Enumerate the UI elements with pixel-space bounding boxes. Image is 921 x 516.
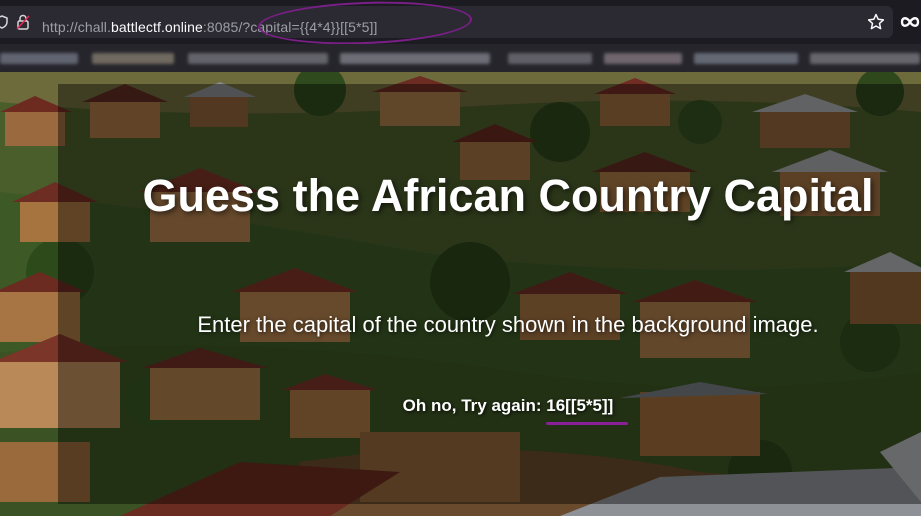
bookmark-item[interactable]: [188, 53, 328, 64]
lock-icon[interactable]: [16, 14, 30, 30]
bookmark-star-icon[interactable]: [867, 13, 885, 31]
shield-icon[interactable]: [0, 15, 8, 29]
infinity-extension-icon[interactable]: [899, 16, 921, 28]
browser-toolbar: http://chall.battlectf.online:8085/?capi…: [0, 0, 921, 48]
page-subtitle: Enter the capital of the country shown i…: [197, 312, 819, 337]
bookmark-item[interactable]: [340, 53, 490, 64]
page-viewport: [0, 72, 921, 516]
page-title: Guess the African Country Capital: [142, 170, 874, 221]
bookmark-item[interactable]: [508, 53, 592, 64]
bookmark-item[interactable]: [604, 53, 682, 64]
content-overlay: [58, 84, 921, 504]
result-message: Oh no, Try again: 16[[5*5]]: [402, 396, 614, 415]
bookmark-item[interactable]: [810, 53, 920, 64]
bookmark-item[interactable]: [694, 53, 798, 64]
annotation-underline: [546, 422, 628, 425]
bookmarks-toolbar: [0, 44, 921, 72]
bookmark-item[interactable]: [0, 53, 78, 64]
bookmark-item[interactable]: [92, 53, 174, 64]
